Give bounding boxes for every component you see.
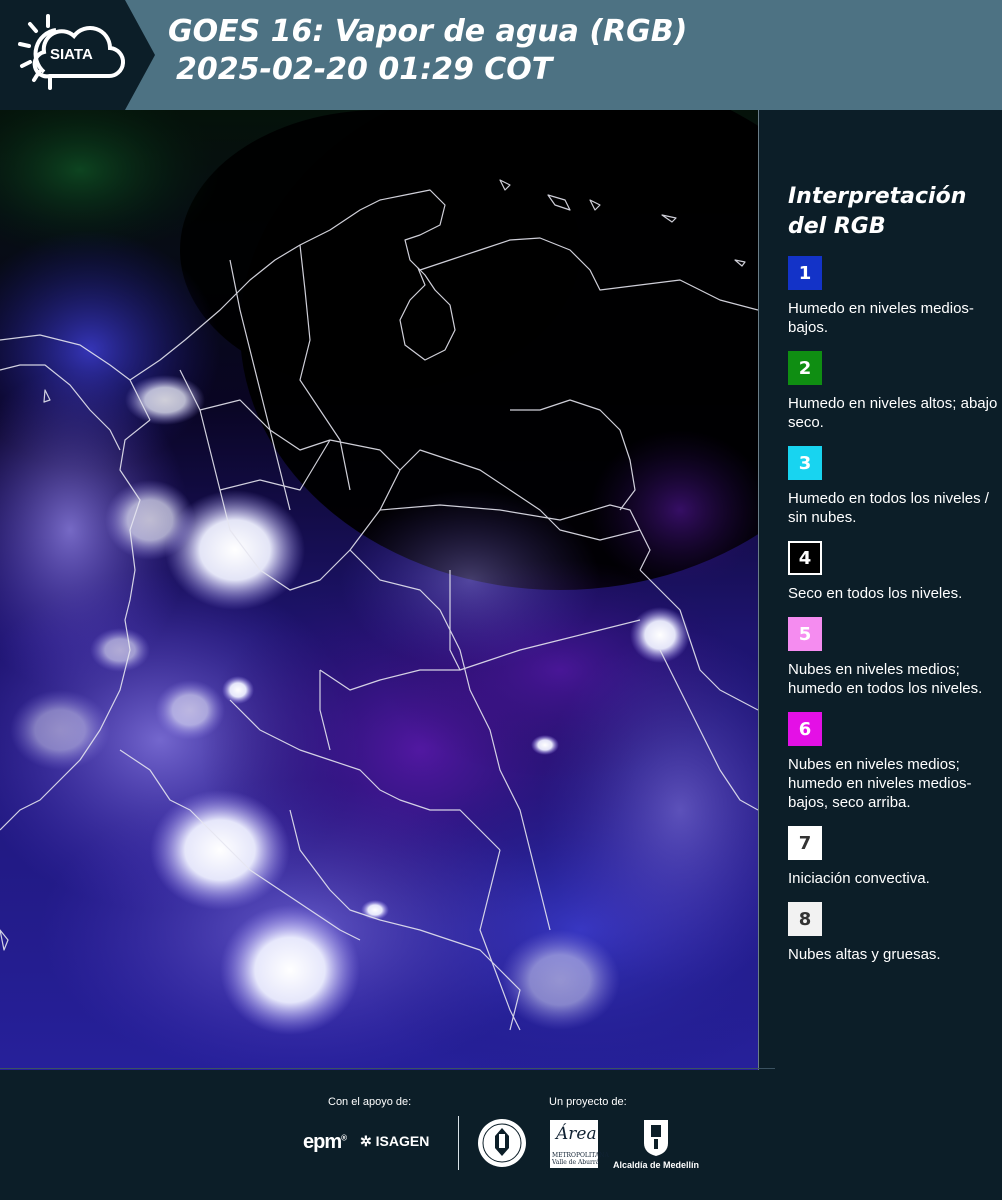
legend-swatch: 6 xyxy=(788,712,822,746)
area-logo-text: METROPOLITANA Valle de Aburrá xyxy=(552,1152,609,1166)
rgb-legend: Interpretación del RGB 1 Humedo en nivel… xyxy=(788,110,998,964)
legend-title-line1: Interpretación xyxy=(788,184,967,209)
legend-swatch: 2 xyxy=(788,351,822,385)
legend-item-4: 4 Seco en todos los niveles. xyxy=(788,541,998,603)
medellin-shield-icon[interactable] xyxy=(643,1119,669,1157)
isagen-logo-text: ISAGEN xyxy=(375,1133,430,1149)
legend-label: Seco en todos los niveles. xyxy=(788,585,963,602)
header-bar: SIATA GOES 16: Vapor de agua (RGB) 2025-… xyxy=(0,0,1002,110)
legend-label: Nubes altas y gruesas. xyxy=(788,946,941,963)
legend-label: Humedo en niveles medios-bajos. xyxy=(788,300,974,336)
logo-text: SIATA xyxy=(50,46,93,63)
project-label: Un proyecto de: xyxy=(549,1096,627,1108)
legend-swatch: 7 xyxy=(788,826,822,860)
footer-divider-line xyxy=(0,1068,775,1069)
legend-swatch: 5 xyxy=(788,617,822,651)
footer-divider xyxy=(458,1116,459,1170)
legend-label: Iniciación convectiva. xyxy=(788,870,930,887)
legend-item-2: 2 Humedo en niveles altos; abajo seco. xyxy=(788,351,998,432)
epm-logo-text: epm xyxy=(303,1131,342,1153)
legend-swatch: 8 xyxy=(788,902,822,936)
support-label: Con el apoyo de: xyxy=(328,1096,412,1108)
area-logo-script: Área xyxy=(556,1124,597,1144)
legend-item-6: 6 Nubes en niveles medios; humedo en niv… xyxy=(788,712,998,812)
siata-logo[interactable]: SIATA xyxy=(0,0,155,110)
legend-title-line2: del RGB xyxy=(788,214,886,239)
legend-label: Nubes en niveles medios; humedo en todos… xyxy=(788,661,983,697)
satellite-map[interactable] xyxy=(0,110,759,1070)
legend-item-1: 1 Humedo en niveles medios-bajos. xyxy=(788,256,998,337)
legend-label: Nubes en niveles medios; humedo en nivel… xyxy=(788,756,972,811)
epm-logo[interactable]: epm® xyxy=(303,1131,347,1154)
page-title: GOES 16: Vapor de agua (RGB) xyxy=(168,14,688,49)
isagen-logo[interactable]: ✲ ISAGEN xyxy=(360,1133,429,1150)
area-metropolitana-logo[interactable]: Área METROPOLITANA Valle de Aburrá xyxy=(550,1120,609,1168)
legend-swatch: 3 xyxy=(788,446,822,480)
university-seal-icon[interactable] xyxy=(477,1118,527,1168)
legend-label: Humedo en niveles altos; abajo seco. xyxy=(788,395,998,431)
legend-item-3: 3 Humedo en todos los niveles / sin nube… xyxy=(788,446,998,527)
legend-item-5: 5 Nubes en niveles medios; humedo en tod… xyxy=(788,617,998,698)
legend-item-7: 7 Iniciación convectiva. xyxy=(788,826,998,888)
alcaldia-label: Alcaldía de Medellín xyxy=(613,1160,700,1170)
water-vapor-image xyxy=(0,110,758,1070)
legend-title: Interpretación del RGB xyxy=(788,182,998,242)
legend-item-8: 8 Nubes altas y gruesas. xyxy=(788,902,998,964)
page-timestamp: 2025-02-20 01:29 COT xyxy=(176,52,553,87)
legend-label: Humedo en todos los niveles / sin nubes. xyxy=(788,490,989,526)
isagen-icon: ✲ xyxy=(360,1133,372,1149)
legend-swatch: 4 xyxy=(788,541,822,575)
legend-swatch: 1 xyxy=(788,256,822,290)
